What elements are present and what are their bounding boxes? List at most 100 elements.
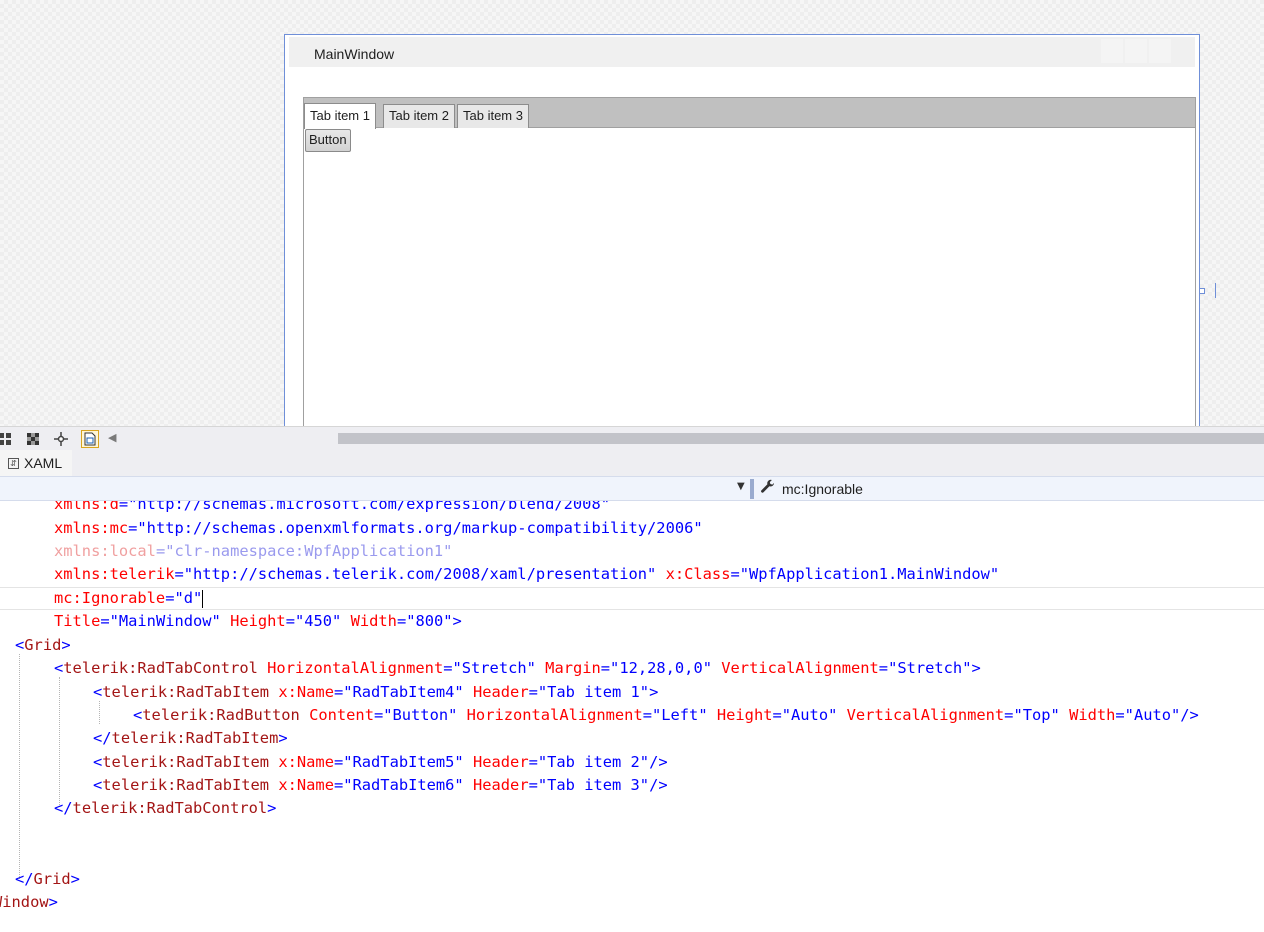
code-line[interactable]: <telerik:RadButton Content="Button" Hori… (133, 704, 1199, 727)
code-token: telerik:RadTabItem (111, 729, 279, 747)
code-token: telerik:RadTabControl (72, 799, 268, 817)
grid-icon[interactable] (0, 430, 14, 448)
tab-item-2[interactable]: Tab item 2 (383, 104, 455, 128)
snap-icon[interactable] (52, 430, 70, 448)
code-token: x:Class (665, 565, 731, 583)
code-token: x:Name (278, 753, 334, 771)
code-token: ="Top" (1004, 706, 1060, 724)
code-token: ="RadTabItem5" (333, 753, 464, 771)
code-token: < (54, 659, 64, 677)
code-token: ="Auto" (1115, 706, 1181, 724)
designer-toolbar: ◀ (0, 426, 1264, 450)
code-token: < (93, 776, 103, 794)
code-line[interactable]: <telerik:RadTabItem x:Name="RadTabItem5"… (93, 751, 668, 774)
code-token: HorizontalAlignment (267, 659, 444, 677)
code-token: > (70, 870, 80, 888)
code-token: xmlns:mc (54, 519, 129, 537)
tab-item-1[interactable]: Tab item 1 (304, 103, 376, 129)
code-line[interactable]: <Grid> (15, 634, 71, 657)
code-token: ="WpfApplication1.MainWindow" (730, 565, 1000, 583)
code-token: < (133, 706, 143, 724)
code-token: telerik:RadTabItem (102, 776, 270, 794)
code-line[interactable]: xmlns:mc="http://schemas.openxmlformats.… (54, 517, 703, 540)
tab-item-3[interactable]: Tab item 3 (457, 104, 529, 128)
code-line[interactable]: <telerik:RadTabItem x:Name="RadTabItem4"… (93, 681, 658, 704)
chevron-down-icon[interactable]: ▼ (737, 481, 745, 492)
editor-tabbar: ⇵ XAML (0, 450, 1264, 476)
code-line[interactable]: mc:Ignorable="d" (0, 587, 1264, 610)
checker-icon[interactable] (24, 430, 42, 448)
code-token: Title (54, 612, 101, 630)
code-token: </ (15, 870, 34, 888)
code-token: telerik:RadTabItem (102, 753, 270, 771)
code-token: xmlns:telerik (54, 565, 175, 583)
code-line[interactable]: Window> (0, 891, 58, 914)
code-token: > (452, 612, 462, 630)
code-token: > (61, 636, 71, 654)
code-token: ="clr-namespace:WpfApplication1" (155, 542, 453, 560)
code-token: Margin (545, 659, 601, 677)
code-token: ="http://schemas.microsoft.com/expressio… (118, 501, 610, 513)
code-token: Grid (24, 636, 62, 654)
code-token: ="MainWindow" (100, 612, 221, 630)
scroll-left-icon[interactable]: ◀ (108, 431, 116, 444)
code-line[interactable]: Title="MainWindow" Height="450" Width="8… (54, 610, 462, 633)
resize-handle[interactable] (1199, 288, 1205, 294)
xaml-designer-surface[interactable]: MainWindow Tab item 1 Tab item 2 Tab ite… (0, 0, 1264, 426)
code-token: </ (54, 799, 73, 817)
code-token: Window (0, 893, 49, 911)
code-token: ="RadTabItem6" (333, 776, 464, 794)
code-token: ="Auto" (772, 706, 838, 724)
indent-guide (19, 654, 20, 879)
code-token: /> (1180, 706, 1199, 724)
code-line[interactable]: </telerik:RadTabItem> (93, 727, 288, 750)
window-titlebar: MainWindow (289, 37, 1195, 67)
code-line[interactable]: </Grid> (15, 868, 80, 891)
xaml-code-editor[interactable]: xmlns:d="http://schemas.microsoft.com/ex… (0, 501, 1264, 932)
code-token: Header (472, 683, 529, 701)
code-token: x:Name (278, 776, 334, 794)
code-token: telerik:RadTabItem (102, 683, 270, 701)
code-line[interactable]: xmlns:telerik="http://schemas.telerik.co… (54, 563, 999, 586)
code-line[interactable]: xmlns:d="http://schemas.microsoft.com/ex… (54, 501, 610, 516)
code-token: Width (350, 612, 397, 630)
code-token: ="Stretch" (443, 659, 536, 677)
rad-button[interactable]: Button (305, 129, 351, 152)
code-token: xmlns:local (54, 542, 156, 560)
code-token: ="RadTabItem4" (333, 683, 464, 701)
code-line[interactable]: </telerik:RadTabControl> (54, 797, 276, 820)
code-token: Grid (33, 870, 71, 888)
horizontal-scrollbar[interactable] (338, 433, 1264, 444)
code-line[interactable]: <telerik:RadTabControl HorizontalAlignme… (54, 657, 981, 680)
code-token: < (93, 753, 103, 771)
code-token: ="Stretch" (878, 659, 972, 677)
close-button (1149, 39, 1171, 63)
code-token: mc:Ignorable (54, 589, 166, 607)
swap-panes-icon[interactable]: ⇵ (8, 457, 19, 469)
main-window-preview[interactable]: MainWindow Tab item 1 Tab item 2 Tab ite… (284, 34, 1200, 426)
member-dropdown[interactable]: mc:Ignorable (782, 481, 863, 497)
code-token: ="Tab item 1" (528, 683, 650, 701)
code-token: > (267, 799, 277, 817)
rad-tab-control[interactable]: Tab item 1 Tab item 2 Tab item 3 Button (303, 97, 1196, 426)
indent-guide (59, 677, 60, 807)
xaml-tab[interactable]: ⇵ XAML (0, 450, 73, 476)
nav-divider (750, 479, 754, 499)
code-token: ="Tab item 3" (528, 776, 650, 794)
code-line[interactable]: xmlns:local="clr-namespace:WpfApplicatio… (54, 540, 452, 563)
code-token: x:Name (278, 683, 334, 701)
code-token: ="800" (396, 612, 453, 630)
code-line[interactable]: <telerik:RadTabItem x:Name="RadTabItem6"… (93, 774, 668, 797)
document-icon[interactable] (81, 430, 99, 448)
